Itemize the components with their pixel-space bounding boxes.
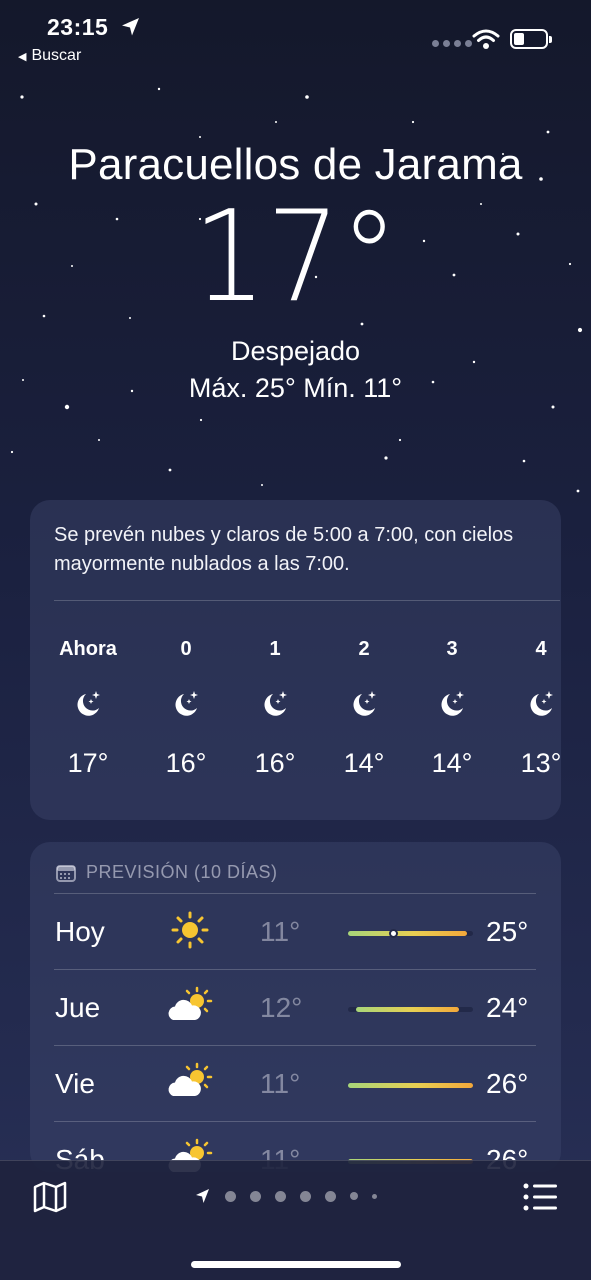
- hour-temperature: 16°: [254, 748, 296, 778]
- hour-item: 3 14°: [412, 638, 492, 779]
- back-to-search-button[interactable]: ◀ Buscar: [18, 47, 81, 65]
- day-row-jue[interactable]: Jue 12° 24°: [30, 970, 561, 1046]
- list-icon[interactable]: [523, 1183, 559, 1211]
- hour-label: 0: [180, 638, 192, 660]
- moon-stars-icon: [530, 691, 553, 716]
- hour-temperature: 14°: [343, 748, 385, 778]
- ten-day-forecast-card[interactable]: PREVISIÓN (10 DÍAS) Hoy 11° 25° Jue 12° …: [30, 842, 561, 1172]
- temp-range-bar: [355, 1007, 460, 1012]
- hour-temperature: 16°: [165, 748, 207, 778]
- location-arrow-icon: [122, 18, 139, 36]
- forecast-summary: Se prevén nubes y claros de 5:00 a 7:00,…: [54, 524, 514, 575]
- page-dot: [225, 1190, 236, 1202]
- hour-temperature: 17°: [67, 748, 109, 778]
- moon-stars-icon: [441, 691, 464, 716]
- day-row-hoy[interactable]: Hoy 11° 25°: [30, 894, 561, 970]
- divider: [54, 600, 560, 601]
- status-time: 23:15: [47, 14, 109, 40]
- ten-day-title: PREVISIÓN (10 DÍAS): [86, 862, 278, 882]
- moon-stars-icon: [353, 691, 376, 716]
- hour-label: 1: [269, 638, 281, 660]
- temp-range-track: [348, 1083, 473, 1088]
- page-dot: [325, 1190, 336, 1202]
- status-bar: 23:15 ◀ Buscar: [0, 0, 591, 72]
- hour-label: 2: [358, 638, 370, 660]
- cellular-signal-icon: [432, 40, 472, 47]
- current-location-page-icon: [196, 1189, 209, 1203]
- moon-stars-icon: [175, 691, 198, 716]
- current-temperature: 17°: [192, 183, 399, 330]
- current-condition: Despejado: [230, 336, 361, 366]
- day-low-temp: 11°: [260, 916, 301, 947]
- hour-label: 3: [446, 638, 458, 660]
- day-row-vie[interactable]: Vie 11° 26°: [30, 1046, 561, 1122]
- page-dot: [250, 1190, 261, 1202]
- hour-item: Ahora 17°: [48, 638, 128, 779]
- page-dot: [300, 1190, 311, 1202]
- current-weather-header: Paracuellos de Jarama 17° Despejado Máx.…: [0, 140, 591, 404]
- back-label: Buscar: [31, 47, 82, 64]
- day-name: Vie: [55, 1068, 95, 1099]
- high-low-temperature: Máx. 25° Mín. 11°: [188, 373, 403, 403]
- sun-icon: [171, 911, 209, 949]
- page-indicator[interactable]: [195, 1188, 377, 1204]
- hour-label: Ahora: [59, 638, 117, 660]
- partly-cloudy-icon: [168, 986, 213, 1020]
- wifi-icon: [472, 29, 500, 49]
- day-name: Jue: [55, 992, 101, 1023]
- temp-range-bar: [348, 1083, 473, 1088]
- day-high-temp: 26°: [486, 1068, 529, 1099]
- hour-item: 2 14°: [324, 638, 404, 779]
- hourly-list[interactable]: Ahora 17° 0 16° 1 16° 2 14° 3 14° 4 13°: [30, 638, 561, 808]
- ten-day-header: PREVISIÓN (10 DÍAS): [56, 862, 278, 883]
- hour-item: 1 16°: [235, 638, 315, 779]
- page-dot: [372, 1193, 377, 1199]
- page-dot: [275, 1190, 286, 1202]
- day-high-temp: 24°: [486, 992, 529, 1023]
- page-dot: [350, 1192, 358, 1200]
- hour-item: 4 13°: [501, 638, 581, 779]
- day-low-temp: 11°: [260, 1068, 301, 1099]
- moon-stars-icon: [77, 691, 100, 716]
- temp-range-track: [348, 929, 473, 938]
- calendar-icon: [56, 864, 76, 882]
- day-high-temp: 25°: [486, 916, 529, 947]
- day-low-temp: 12°: [260, 992, 303, 1023]
- hour-temperature: 14°: [431, 748, 473, 778]
- map-icon[interactable]: [32, 1181, 68, 1213]
- home-indicator[interactable]: [191, 1261, 401, 1268]
- hour-label: 4: [535, 638, 547, 660]
- hour-item: 0 16°: [146, 638, 226, 779]
- bottom-toolbar: [0, 1160, 591, 1280]
- back-triangle-icon: ◀: [18, 50, 27, 63]
- battery-icon: [510, 29, 552, 49]
- partly-cloudy-icon: [168, 1062, 213, 1096]
- current-temp-marker: [389, 929, 398, 938]
- day-name: Hoy: [55, 916, 105, 947]
- temp-range-bar: [348, 931, 467, 936]
- moon-stars-icon: [264, 691, 287, 716]
- hour-temperature: 13°: [520, 748, 562, 778]
- hourly-forecast-card[interactable]: Se prevén nubes y claros de 5:00 a 7:00,…: [30, 500, 561, 820]
- temp-range-track: [348, 1007, 473, 1012]
